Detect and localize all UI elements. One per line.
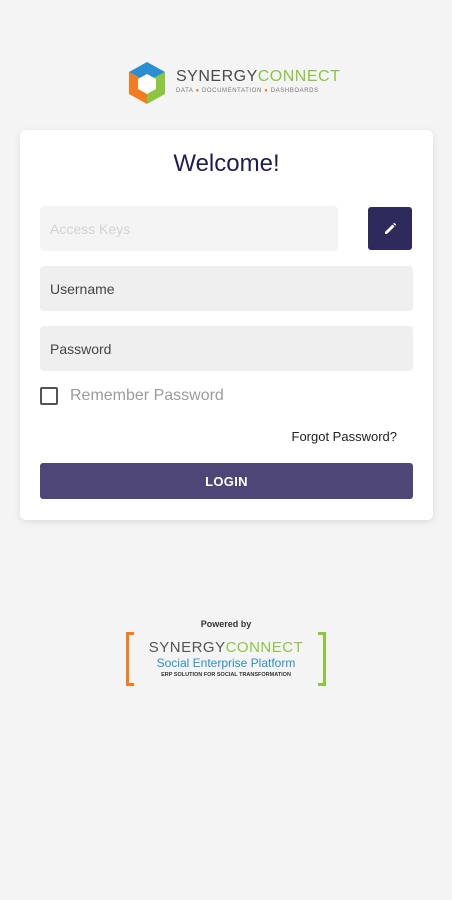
pencil-icon <box>385 222 397 234</box>
platform-subtitle: Social Enterprise Platform <box>156 656 296 670</box>
brand-name: SYNERGYCONNECT <box>176 68 341 85</box>
powered-by-label: Powered by <box>200 619 252 629</box>
username-input[interactable] <box>40 266 413 311</box>
brand-tagline: DATA ● DOCUMENTATION ● DASHBOARDS <box>176 88 319 94</box>
platform-brand-name: SYNERGYCONNECT <box>148 639 304 656</box>
platform-tagline: ERP SOLUTION FOR SOCIAL TRANSFORMATION <box>161 672 291 678</box>
platform-logo: SYNERGYCONNECT Social Enterprise Platfor… <box>126 632 326 686</box>
login-card: Welcome! Remember Password Forgot Passwo… <box>20 130 433 520</box>
remember-password-checkbox[interactable] <box>40 387 58 405</box>
welcome-title: Welcome! <box>173 150 280 177</box>
login-button[interactable]: LOGIN <box>40 463 413 499</box>
forgot-password-link[interactable]: Forgot Password? <box>292 429 398 444</box>
app-logo: SYNERGYCONNECT DATA ● DOCUMENTATION ● DA… <box>126 60 340 106</box>
password-input[interactable] <box>40 326 413 371</box>
access-keys-input[interactable] <box>40 206 338 251</box>
cube-logo-icon <box>129 62 165 104</box>
edit-access-keys-button[interactable] <box>368 207 412 250</box>
remember-password-label: Remember Password <box>70 387 224 404</box>
remember-password-row[interactable]: Remember Password <box>40 386 224 406</box>
